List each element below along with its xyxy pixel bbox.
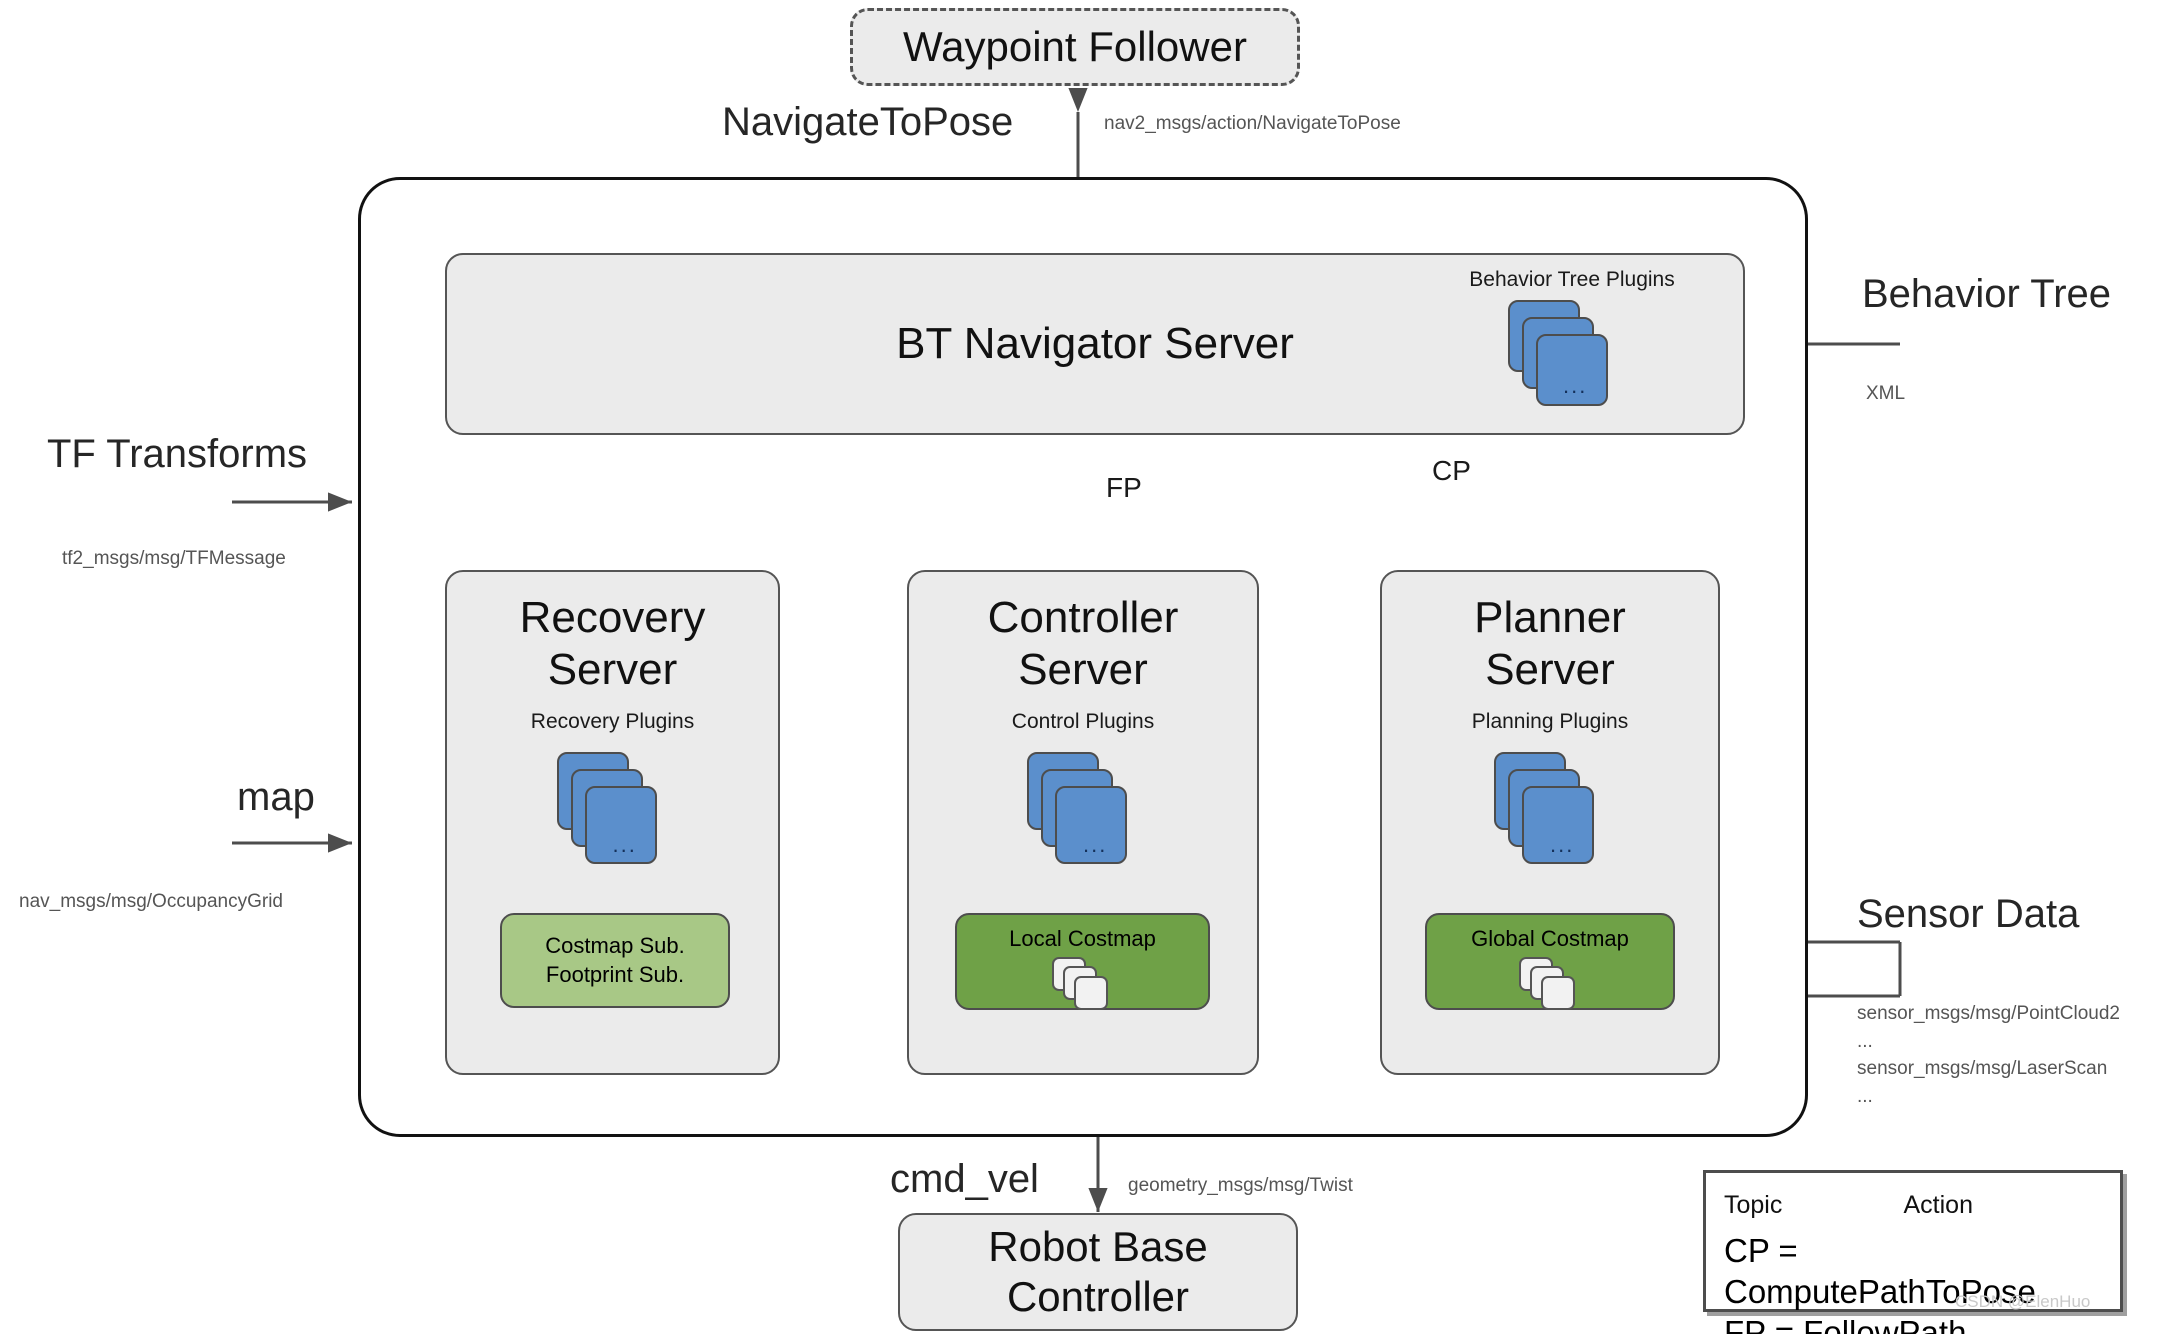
local-costmap-layer-stack bbox=[1051, 957, 1114, 1011]
planner-plugin-stack[interactable]: ... bbox=[1494, 751, 1606, 872]
behavior-tree-label: Behavior Tree bbox=[1862, 272, 2112, 316]
sensor-data-label: Sensor Data bbox=[1857, 892, 2080, 936]
global-costmap-box[interactable]: Global Costmap bbox=[1425, 913, 1675, 1011]
legend-topic-label: Topic bbox=[1724, 1190, 1783, 1219]
legend-arrow-row: Topic Action bbox=[1724, 1183, 2102, 1227]
recovery-costmap-subscriber-label: Costmap Sub. Footprint Sub. bbox=[545, 933, 685, 987]
tf-transforms-label: TF Transforms bbox=[47, 432, 308, 476]
nav2-architecture-diagram: Waypoint Follower NavigateToPose nav2_ms… bbox=[0, 0, 2160, 1334]
map-message: nav_msgs/msg/OccupancyGrid bbox=[19, 891, 283, 912]
plugin-stack-ellipsis: ... bbox=[1563, 373, 1588, 398]
navigate-to-pose-label: NavigateToPose bbox=[722, 100, 1014, 144]
navigate-to-pose-message: nav2_msgs/action/NavigateToPose bbox=[1104, 113, 1401, 134]
control-plugins-caption: Control Plugins bbox=[1011, 709, 1155, 733]
costmap-layer-card bbox=[1073, 976, 1108, 1011]
behavior-tree-message: XML bbox=[1866, 383, 1906, 404]
edge-label-cp: CP bbox=[1432, 455, 1471, 486]
recovery-costmap-subscriber-box[interactable]: Costmap Sub. Footprint Sub. bbox=[500, 913, 730, 1008]
legend-action-label: Action bbox=[1903, 1190, 1973, 1219]
edge-label-fp: FP bbox=[1106, 472, 1142, 503]
planner-server-title: Planner Server bbox=[1474, 593, 1626, 694]
legend-box: Topic Action CP = ComputePathToPose FP =… bbox=[1703, 1170, 2123, 1334]
local-costmap-box[interactable]: Local Costmap bbox=[955, 913, 1210, 1011]
planning-plugins-caption: Planning Plugins bbox=[1471, 709, 1629, 733]
waypoint-follower-node[interactable]: Waypoint Follower bbox=[850, 8, 1300, 86]
watermark: CSDN @ElenHuo bbox=[1955, 1292, 2091, 1311]
recovery-plugins-caption: Recovery Plugins bbox=[530, 709, 695, 733]
recovery-plugin-stack[interactable]: ... bbox=[556, 751, 669, 872]
global-costmap-label: Global Costmap bbox=[1471, 926, 1629, 951]
behavior-tree-plugin-stack[interactable]: ... bbox=[1508, 300, 1620, 412]
plugin-stack-ellipsis: ... bbox=[1083, 831, 1108, 857]
controller-plugin-stack[interactable]: ... bbox=[1027, 751, 1139, 872]
behavior-tree-plugins-caption: Behavior Tree Plugins bbox=[1469, 268, 1675, 291]
bt-navigator-server-title: BT Navigator Server bbox=[896, 319, 1294, 368]
sensor-data-messages: sensor_msgs/msg/PointCloud2 ... sensor_m… bbox=[1857, 1003, 2120, 1107]
plugin-stack-ellipsis: ... bbox=[612, 831, 637, 857]
recovery-server-title: Recovery Server bbox=[519, 593, 706, 694]
waypoint-follower-label: Waypoint Follower bbox=[903, 23, 1247, 70]
map-label: map bbox=[237, 775, 315, 819]
plugin-stack-ellipsis: ... bbox=[1550, 831, 1575, 857]
robot-base-controller-label: Robot Base Controller bbox=[988, 1223, 1208, 1320]
legend-definitions: CP = ComputePathToPose FP = FollowPath bbox=[1724, 1232, 2036, 1334]
cmd-vel-label: cmd_vel bbox=[890, 1157, 1039, 1201]
local-costmap-label: Local Costmap bbox=[1009, 926, 1156, 951]
cmd-vel-message: geometry_msgs/msg/Twist bbox=[1128, 1175, 1353, 1196]
global-costmap-layer-stack bbox=[1519, 957, 1581, 1011]
costmap-layer-card bbox=[1541, 976, 1575, 1011]
controller-server-title: Controller Server bbox=[987, 593, 1179, 694]
robot-base-controller-node[interactable]: Robot Base Controller bbox=[898, 1213, 1298, 1331]
tf-transforms-message: tf2_msgs/msg/TFMessage bbox=[62, 548, 286, 569]
